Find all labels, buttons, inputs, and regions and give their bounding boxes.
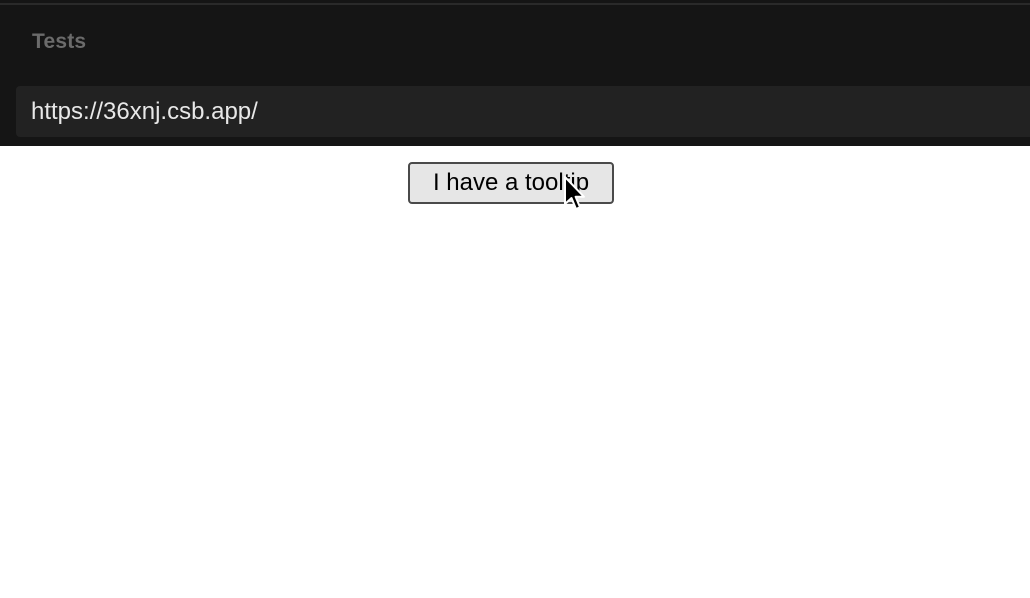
url-text[interactable]: https://36xnj.csb.app/: [31, 98, 258, 126]
panel-title: Tests: [32, 30, 87, 53]
tooltip-button[interactable]: I have a tooltip: [408, 162, 614, 204]
panel-divider: [0, 3, 1030, 5]
url-bar[interactable]: https://36xnj.csb.app/: [16, 86, 1030, 137]
tests-panel-header: Tests https://36xnj.csb.app/: [0, 0, 1030, 146]
